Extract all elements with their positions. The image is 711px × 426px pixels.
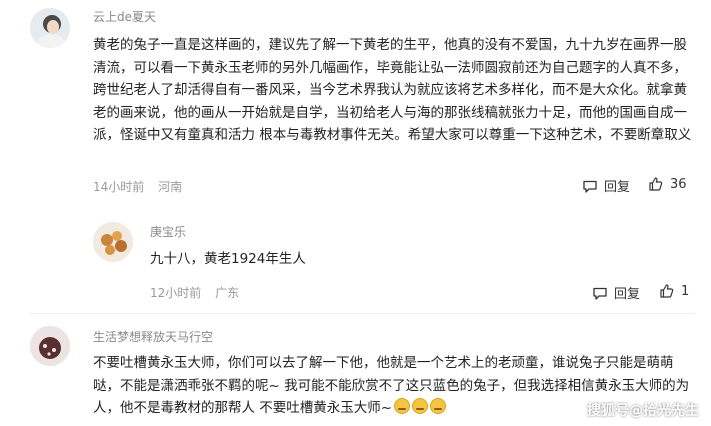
comment-time: 12小时前 bbox=[150, 286, 202, 300]
comment-bubble-icon bbox=[593, 287, 607, 300]
username[interactable]: 云上de夏天 bbox=[93, 8, 156, 25]
reply-label: 回复 bbox=[614, 287, 641, 302]
sweat-smile-emoji bbox=[430, 398, 447, 414]
comment-location: 广东 bbox=[215, 286, 240, 300]
comment-bubble-icon bbox=[583, 180, 597, 193]
comment-divider bbox=[30, 313, 695, 314]
reply-comment-item: 庚宝乐 九十八，黄老1924年生人 12小时前 广东 回复 1 bbox=[0, 205, 711, 310]
comment-time: 14小时前 bbox=[93, 180, 145, 194]
reply-label: 回复 bbox=[604, 180, 631, 195]
watermark: 搜狐号@拾光先生 bbox=[587, 403, 699, 419]
comment-item: 云上de夏天 黄老的兔子一直是这样画的，建议先了解一下黄老的生平，他真的没有不爱… bbox=[0, 0, 711, 205]
avatar-image bbox=[93, 222, 133, 262]
comment-meta: 12小时前 广东 bbox=[150, 284, 249, 301]
reply-button[interactable]: 回复 bbox=[592, 283, 640, 302]
sweat-smile-emoji bbox=[412, 398, 429, 414]
avatar-image bbox=[30, 8, 70, 48]
comment-meta: 14小时前 河南 bbox=[93, 178, 192, 195]
sweat-smile-emoji bbox=[394, 398, 411, 414]
like-count: 1 bbox=[681, 283, 690, 299]
user-avatar[interactable] bbox=[93, 222, 133, 262]
reply-button[interactable]: 回复 bbox=[582, 176, 630, 195]
avatar-image bbox=[30, 326, 70, 366]
comment-text: 九十八，黄老1924年生人 bbox=[150, 251, 306, 267]
comment-text: 黄老的兔子一直是这样画的，建议先了解一下黄老的生平，他真的没有不爱国，九十九岁在… bbox=[93, 37, 692, 143]
user-avatar[interactable] bbox=[30, 326, 70, 366]
thumbs-up-icon bbox=[649, 177, 663, 191]
like-button[interactable]: 36 bbox=[648, 176, 687, 192]
like-button[interactable]: 1 bbox=[659, 283, 689, 299]
user-avatar[interactable] bbox=[30, 8, 70, 48]
thumbs-up-icon bbox=[660, 284, 674, 298]
username[interactable]: 生活梦想释放天马行空 bbox=[93, 328, 213, 345]
comment-location: 河南 bbox=[158, 180, 183, 194]
like-count: 36 bbox=[670, 176, 687, 192]
username[interactable]: 庚宝乐 bbox=[150, 223, 186, 240]
